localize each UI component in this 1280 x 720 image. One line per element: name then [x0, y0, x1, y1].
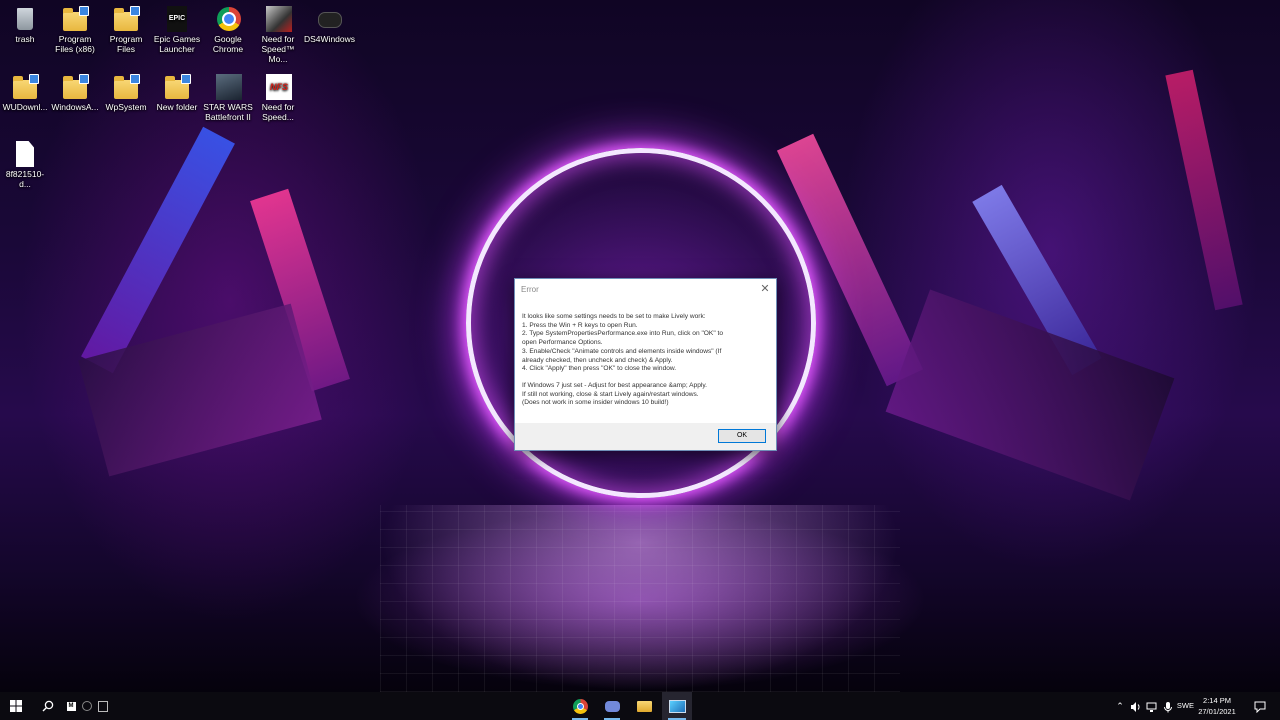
folder-shortcut-icon [11, 74, 39, 100]
chrome-icon[interactable] [566, 692, 594, 720]
dialog-message-line: 1. Press the Win + R keys to open Run. [522, 321, 638, 329]
dialog-message-line: (Does not work in some insider windows 1… [522, 399, 669, 407]
desktop-wallpaper: trash Program Files (x86) Program Files EPI… [0, 0, 1280, 692]
folder-shortcut-icon [61, 6, 89, 32]
dialog-message-line: 2. Type SystemPropertiesPerformance.exe … [522, 330, 723, 338]
search-icon[interactable] [34, 692, 62, 720]
desktop-icon[interactable]: EPIC Epic Games Launcher [152, 6, 202, 54]
clock-date: 27/01/2021 [1198, 707, 1236, 716]
desktop-icon[interactable]: Need for Speed™ Mo... [253, 6, 303, 64]
mini-app-icon[interactable] [96, 692, 110, 720]
folder-shortcut-icon [61, 74, 89, 100]
folder-shortcut-icon [112, 74, 140, 100]
discord-icon[interactable] [598, 692, 626, 720]
desktop-icon-label: STAR WARS Battlefront II [203, 102, 253, 122]
notification-center-icon[interactable] [1254, 700, 1266, 714]
desktop-icon[interactable]: WindowsA... [50, 74, 100, 112]
network-icon[interactable] [1146, 700, 1158, 712]
desktop-icon[interactable]: Google Chrome [203, 6, 253, 54]
wallpaper-shard [1165, 69, 1243, 311]
desktop-icon-label: Epic Games Launcher [153, 34, 201, 54]
gamepad-icon [315, 6, 343, 32]
desktop-icon-label: WUDownl... [2, 102, 48, 112]
desktop-icon[interactable]: 8f821510-d... [0, 141, 50, 189]
desktop-icon-label: DS4Windows [304, 34, 356, 44]
error-dialog[interactable]: Error ✕ It looks like some settings need… [514, 278, 777, 451]
system-tray: ⌃ SWE 2:14 PM 27/01/2021 [1110, 692, 1280, 720]
desktop-icon[interactable]: DS4Windows [304, 6, 356, 44]
dialog-message-line: open Performance Options. [522, 339, 603, 347]
wallpaper-floor-reflection [380, 505, 900, 692]
file-icon [11, 141, 39, 167]
dialog-message-line: If still not working, close & start Live… [522, 390, 699, 398]
desktop-icon[interactable]: WpSystem [101, 74, 151, 112]
dialog-message-line: 3. Enable/Check "Animate controls and el… [522, 347, 722, 355]
wallpaper-shard [885, 289, 1175, 501]
windows-start-icon[interactable] [0, 692, 32, 720]
taskbar: M ⌃ SWE 2:14 PM 27/01/2021 [0, 692, 1280, 720]
epic-games-icon: EPIC [163, 6, 191, 32]
microphone-icon[interactable] [1162, 700, 1174, 713]
desktop-icon[interactable]: Program Files [101, 6, 151, 54]
desktop-icon[interactable]: NFS Need for Speed... [253, 74, 303, 122]
clock-time: 2:14 PM [1203, 696, 1231, 705]
folder-icon [163, 74, 191, 100]
desktop-icon[interactable]: WUDownl... [0, 74, 50, 112]
folder-shortcut-icon [112, 6, 140, 32]
dialog-title: Error [521, 285, 539, 294]
dialog-message-line: If Windows 7 just set - Adjust for best … [522, 381, 707, 389]
close-icon[interactable]: ✕ [757, 281, 773, 297]
desktop-icon-label: WindowsA... [51, 102, 99, 112]
nfs-icon: NFS [264, 74, 292, 100]
file-explorer-icon[interactable] [630, 692, 658, 720]
desktop-icon-label: WpSystem [105, 102, 147, 112]
desktop-icon-label: trash [15, 34, 35, 44]
recycle-bin-icon [11, 6, 39, 32]
dialog-message-line: already checked, then uncheck and check)… [522, 356, 673, 364]
volume-icon[interactable] [1130, 700, 1142, 712]
desktop-icon[interactable]: trash [0, 6, 50, 44]
input-language-indicator[interactable]: SWE [1177, 701, 1194, 710]
mini-app-icon[interactable] [80, 692, 94, 720]
dialog-message-line: It looks like some settings needs to be … [522, 313, 706, 320]
desktop-icon-label: Need for Speed™ Mo... [261, 34, 295, 64]
chrome-icon [214, 6, 242, 32]
clock[interactable]: 2:14 PM 27/01/2021 [1194, 695, 1240, 717]
desktop-icon-label: Program Files (x86) [55, 34, 95, 54]
lively-wallpaper-icon[interactable] [662, 692, 692, 720]
dialog-message-line: 4. Click "Apply" then press "OK" to clos… [522, 365, 677, 373]
desktop-icon-label: New folder [156, 102, 198, 112]
desktop-icon[interactable]: New folder [152, 74, 202, 112]
desktop-icon[interactable]: Program Files (x86) [50, 6, 100, 54]
desktop-icon-label: 8f821510-d... [5, 169, 45, 189]
star-wars-battlefront-icon [214, 74, 242, 100]
mini-app-icon[interactable]: M [64, 692, 78, 720]
desktop-icon[interactable]: STAR WARS Battlefront II [203, 74, 253, 122]
nfs-most-wanted-icon [264, 6, 292, 32]
desktop-icon-label: Google Chrome [212, 34, 244, 54]
chevron-up-icon[interactable]: ⌃ [1114, 700, 1126, 712]
desktop-icon-label: Program Files [109, 34, 143, 54]
desktop-icon-label: Need for Speed... [261, 102, 295, 122]
dialog-titlebar[interactable]: Error ✕ [515, 279, 776, 299]
ok-button[interactable]: OK [718, 429, 766, 443]
dialog-message: It looks like some settings needs to be … [515, 299, 776, 423]
